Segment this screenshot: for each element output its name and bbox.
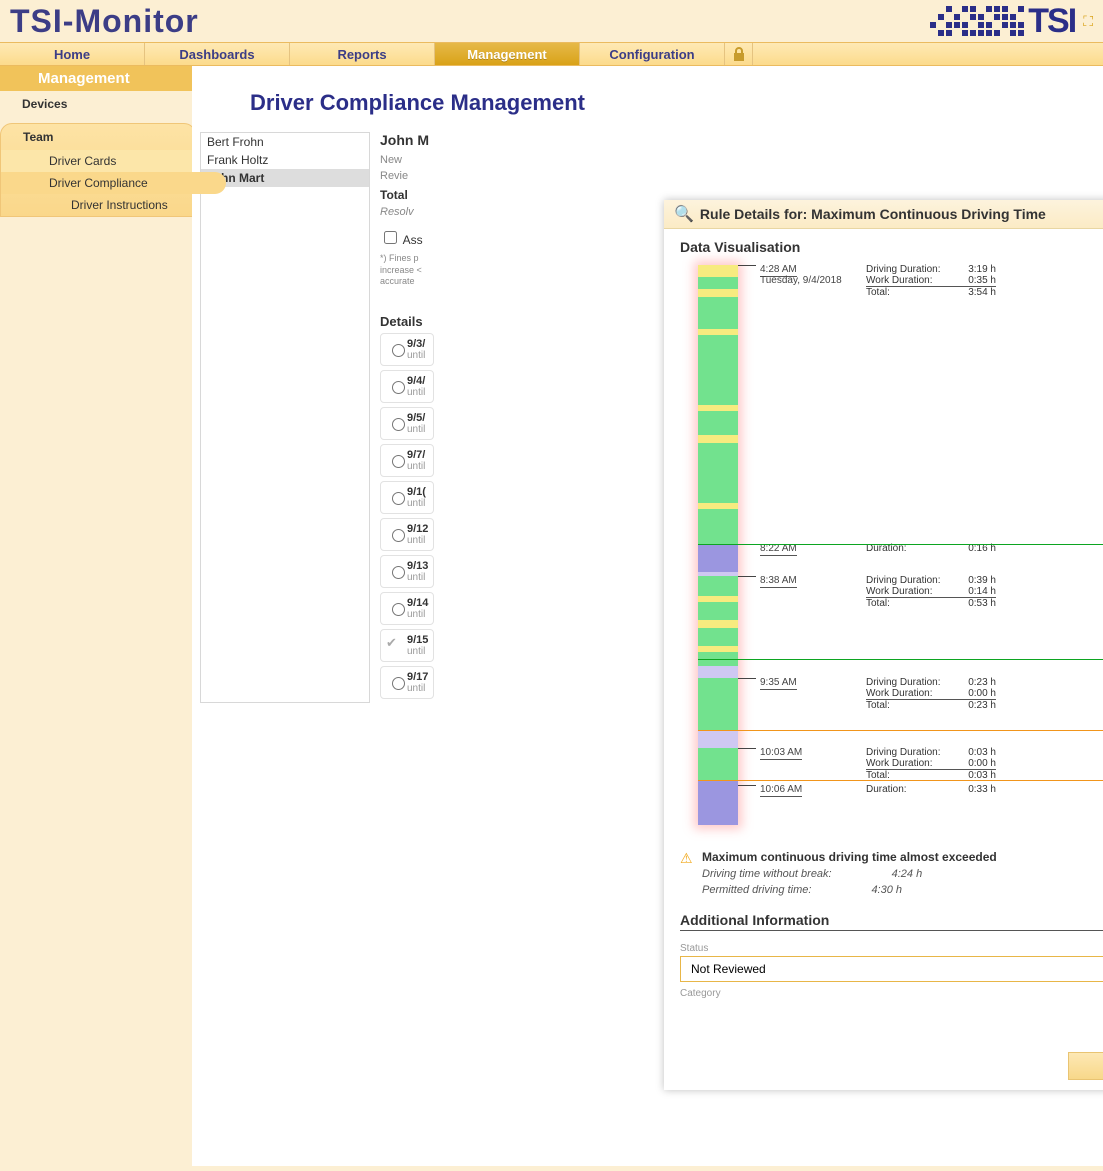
detail-radio[interactable]	[392, 529, 405, 542]
sidebar-item-driver-compliance[interactable]: Driver Compliance	[1, 172, 226, 194]
viz-section-title: Data Visualisation	[664, 229, 1103, 259]
driver-panel: John M New Revie Total Resolv Ass *) Fin…	[370, 132, 444, 703]
time-label: 8:38 AM	[760, 575, 797, 586]
magnifier-icon: 🔍	[674, 204, 694, 224]
detail-row[interactable]: 9/5/until	[380, 407, 434, 440]
sidebar-item-team[interactable]: Team	[1, 124, 195, 150]
time-label: 10:06 AM	[760, 784, 802, 795]
sidebar-item-driver-cards[interactable]: Driver Cards	[1, 150, 195, 172]
logo-pattern-icon	[930, 6, 1024, 36]
detail-row[interactable]: 9/14until	[380, 592, 434, 625]
page-title: Driver Compliance Management	[192, 78, 1103, 132]
main-nav: Home Dashboards Reports Management Confi…	[0, 42, 1103, 66]
sidebar-item-devices[interactable]: Devices	[0, 91, 192, 117]
detail-radio[interactable]	[392, 677, 405, 690]
detail-row[interactable]: 9/3/until	[380, 333, 434, 366]
duration-block: Driving Duration:0:39 hWork Duration:0:1…	[866, 575, 996, 609]
tab-configuration[interactable]: Configuration	[580, 43, 725, 65]
detail-radio[interactable]	[392, 381, 405, 394]
close-button[interactable]: Close	[1068, 1052, 1103, 1080]
detail-radio[interactable]	[392, 603, 405, 616]
data-visualisation: 4:28 AMTuesday, 9/4/2018 Driving Duration…	[698, 265, 1103, 840]
detail-row[interactable]: 9/12until	[380, 518, 434, 551]
duration-block: Driving Duration:3:19 hWork Duration:0:3…	[866, 264, 996, 298]
fineprint: *) Fines pincrease <accurate	[380, 253, 434, 288]
content: Driver Compliance Management Bert Frohn …	[192, 66, 1103, 1166]
detail-radio[interactable]	[392, 418, 405, 431]
sidebar-title: Management	[0, 66, 192, 91]
tab-home[interactable]: Home	[0, 43, 145, 65]
list-item[interactable]: Bert Frohn	[201, 133, 369, 151]
stat-total: Total	[380, 184, 434, 206]
assign-checkbox-row: Ass	[380, 228, 434, 247]
detail-row[interactable]: 9/15until	[380, 629, 434, 662]
sidebar-item-driver-instructions[interactable]: Driver Instructions	[1, 194, 195, 216]
alert-title: Maximum continuous driving time almost e…	[702, 850, 1103, 864]
tab-management[interactable]: Management	[435, 43, 580, 65]
lock-icon	[733, 47, 745, 61]
status-label: Status	[680, 943, 1103, 954]
time-label: 9:35 AM	[760, 677, 797, 688]
alert-box: ⚠ Maximum continuous driving time almost…	[664, 840, 1103, 902]
warning-icon: ⚠	[680, 850, 693, 867]
driver-list: Bert Frohn Frank Holtz John Mart	[200, 132, 370, 703]
modal-title: Rule Details for: Maximum Continuous Dri…	[700, 206, 1046, 222]
stat-resolved: Resolv	[380, 206, 434, 218]
detail-radio[interactable]	[392, 492, 405, 505]
tab-dashboards[interactable]: Dashboards	[145, 43, 290, 65]
driver-name: John M	[380, 132, 434, 148]
time-label: 4:28 AMTuesday, 9/4/2018	[760, 264, 842, 286]
rule-details-modal: 🔍 Rule Details for: Maximum Continuous D…	[664, 200, 1103, 1090]
sidebar: Management Devices Team Driver Cards Dri…	[0, 66, 192, 1166]
detail-row[interactable]: 9/13until	[380, 555, 434, 588]
stat-review: Revie	[380, 168, 434, 184]
detail-radio[interactable]	[392, 344, 405, 357]
tab-reports[interactable]: Reports	[290, 43, 435, 65]
list-item[interactable]: Frank Holtz	[201, 151, 369, 169]
modal-scroll[interactable]: 🔍 Rule Details for: Maximum Continuous D…	[664, 200, 1103, 1042]
duration-block: Duration:0:33 h	[866, 784, 996, 795]
expand-icon[interactable]: ⛶	[1083, 13, 1093, 30]
category-label: Category	[680, 988, 1103, 999]
timeline-bar	[698, 265, 738, 825]
detail-radio[interactable]	[392, 455, 405, 468]
detail-row[interactable]: 9/7/until	[380, 444, 434, 477]
assign-checkbox[interactable]	[384, 231, 397, 244]
tsi-logo-text: TSI	[1028, 2, 1075, 41]
additional-info-title: Additional Information	[680, 912, 1103, 931]
detail-row[interactable]: 9/4/until	[380, 370, 434, 403]
duration-block: Driving Duration:0:03 hWork Duration:0:0…	[866, 747, 996, 781]
detail-radio[interactable]	[392, 566, 405, 579]
app-header: TSI-Monitor TSI ⛶	[0, 0, 1103, 42]
status-select[interactable]: Not Reviewed	[680, 956, 1103, 982]
details-header: Details	[380, 314, 434, 329]
modal-header: 🔍 Rule Details for: Maximum Continuous D…	[664, 200, 1103, 229]
lock-tab[interactable]	[725, 43, 753, 65]
alert-row: Permitted driving time:4:30 h	[702, 884, 1103, 896]
duration-block: Driving Duration:0:23 hWork Duration:0:0…	[866, 677, 996, 711]
time-label: 10:03 AM	[760, 747, 802, 758]
detail-row[interactable]: 9/1(until	[380, 481, 434, 514]
stat-new: New	[380, 152, 434, 168]
brand-logo: TSI ⛶	[930, 2, 1093, 41]
detail-row[interactable]: 9/17until	[380, 666, 434, 699]
list-item[interactable]: John Mart	[201, 169, 369, 187]
app-title: TSI-Monitor	[10, 3, 199, 40]
alert-row: Driving time without break:4:24 h	[702, 868, 1103, 880]
modal-footer: Close	[664, 1042, 1103, 1090]
assign-label: Ass	[403, 233, 423, 247]
